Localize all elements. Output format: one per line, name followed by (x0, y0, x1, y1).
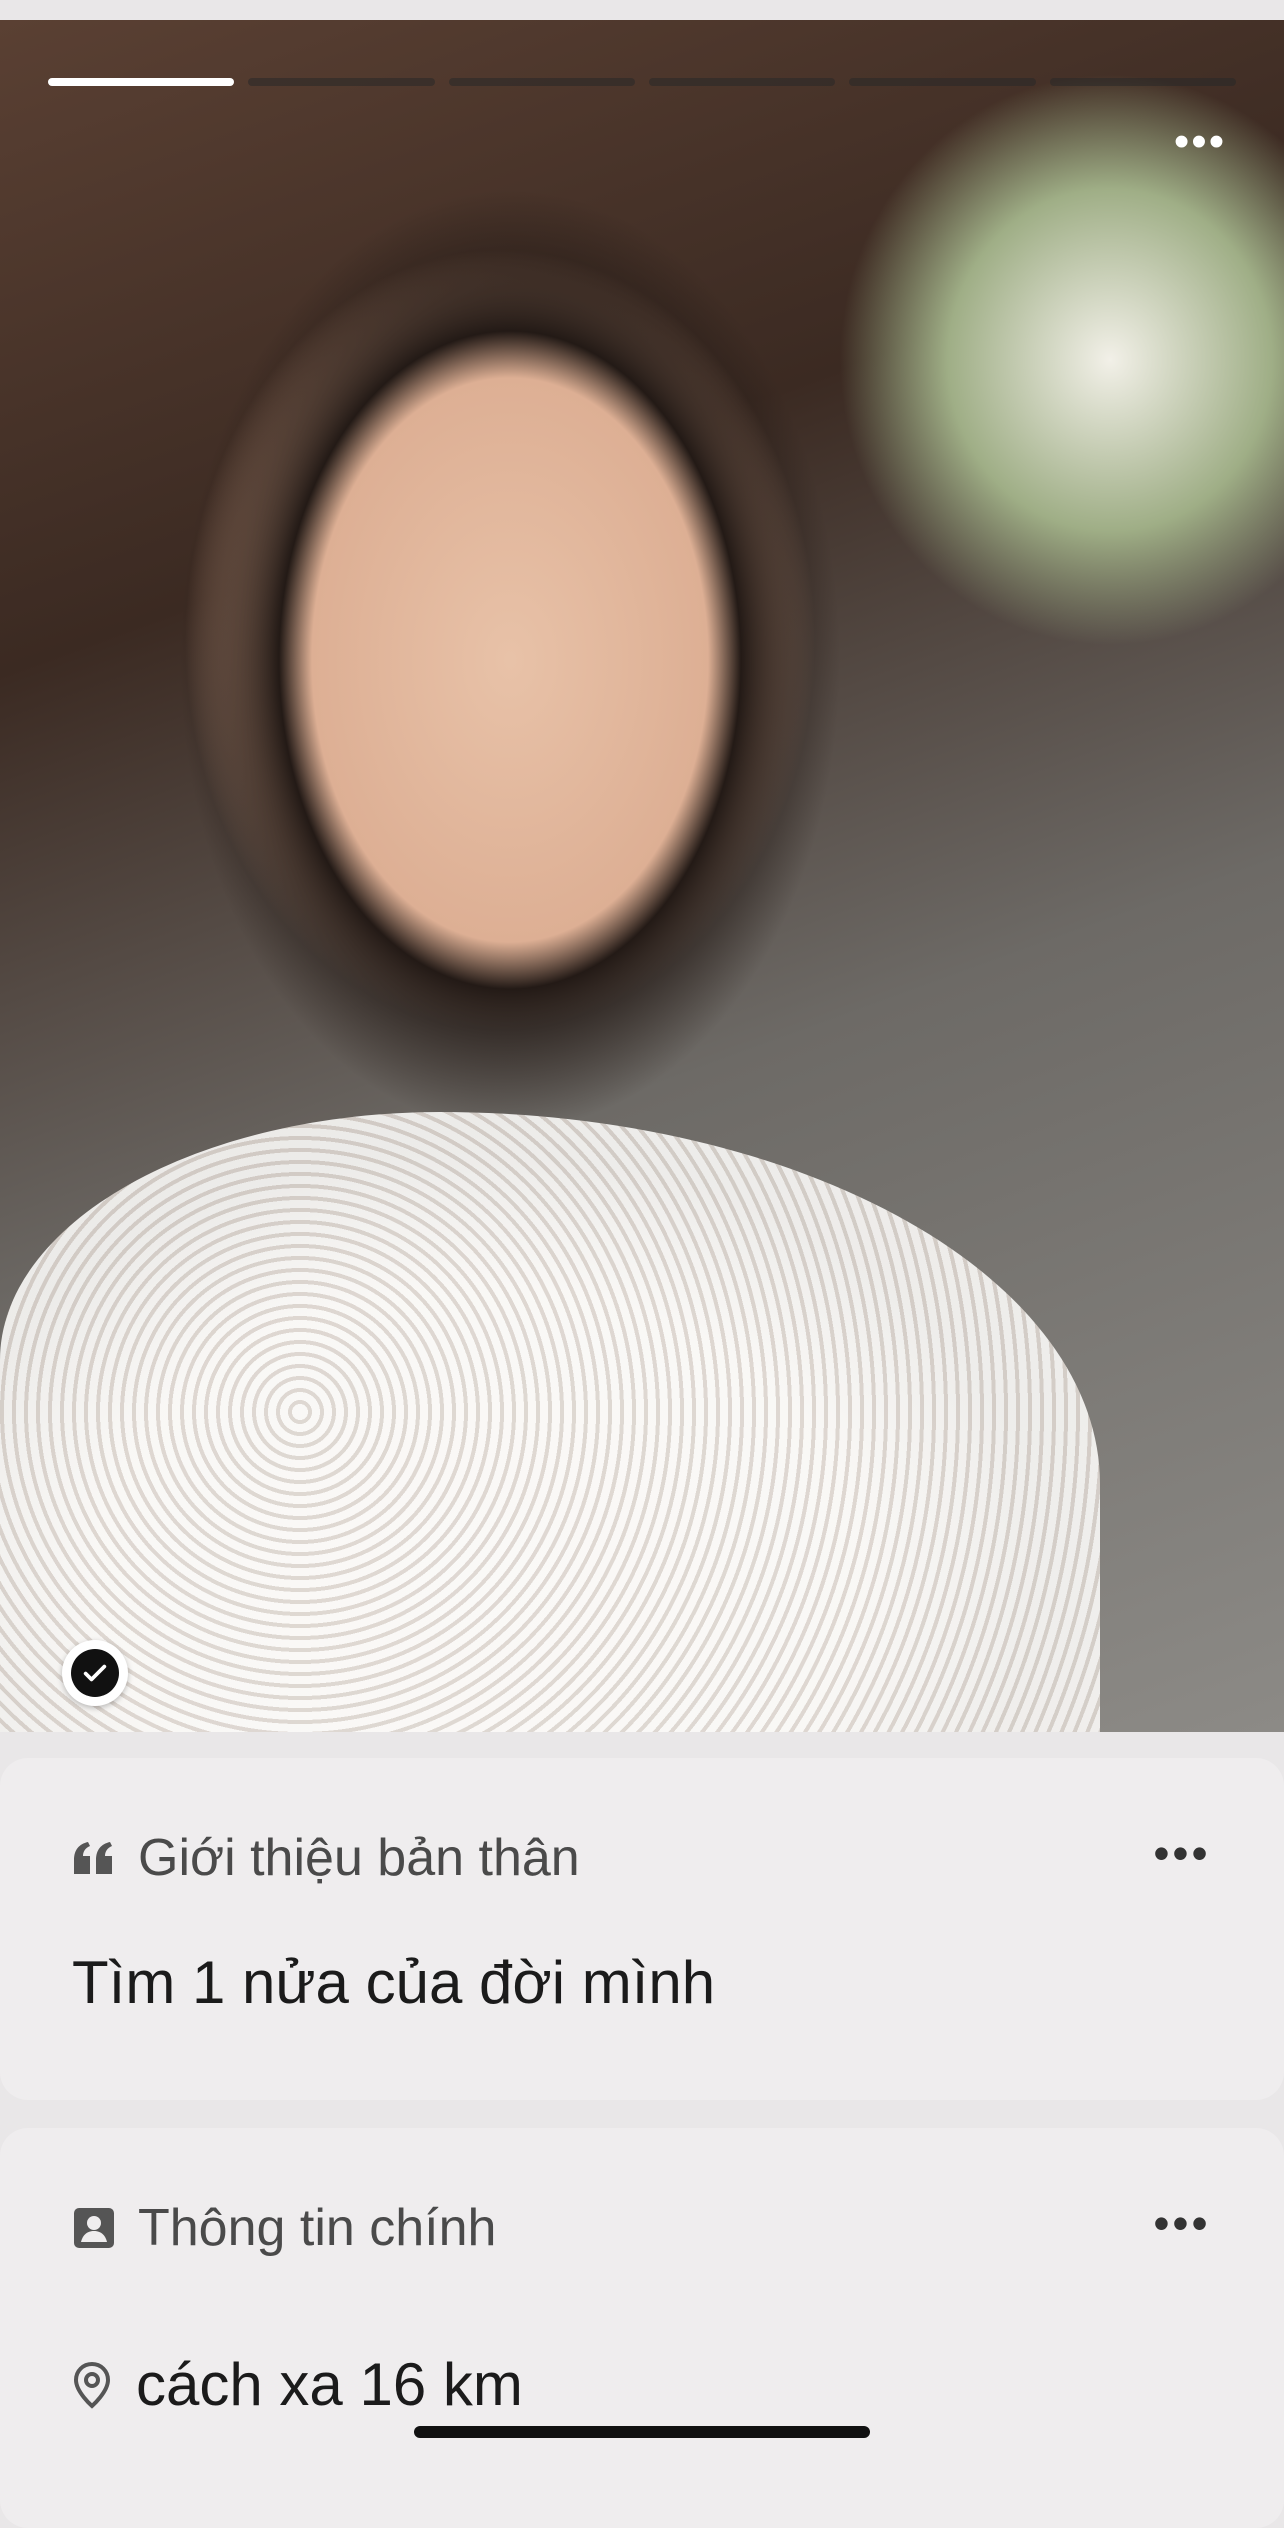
intro-more-button[interactable]: ••• (1142, 1830, 1222, 1878)
distance-row: cách xa 16 km (72, 2350, 523, 2419)
checkmark-badge-icon (71, 1649, 119, 1697)
info-card-header: Thông tin chính (72, 2198, 496, 2258)
intro-card: Giới thiệu bản thân ••• Tìm 1 nửa của đờ… (0, 1758, 1284, 2100)
info-card: Thông tin chính ••• cách xa 16 km (0, 2128, 1284, 2528)
info-more-button[interactable]: ••• (1142, 2200, 1222, 2248)
progress-segment (448, 78, 635, 86)
intro-card-title: Giới thiệu bản thân (138, 1829, 580, 1887)
ellipsis-icon: ••• (1173, 117, 1227, 166)
photo-lace-top (0, 1112, 1100, 1732)
photo-more-button[interactable]: ••• (1160, 120, 1240, 164)
home-indicator[interactable] (414, 2426, 870, 2438)
intro-text: Tìm 1 nửa của đời mình (72, 1949, 716, 2016)
ellipsis-icon: ••• (1153, 2197, 1211, 2249)
progress-segment (248, 78, 435, 86)
info-card-title: Thông tin chính (138, 2199, 497, 2257)
intro-card-header: Giới thiệu bản thân (72, 1828, 580, 1888)
distance-text: cách xa 16 km (136, 2351, 523, 2418)
contact-card-icon (72, 2206, 116, 2250)
progress-segment (1049, 78, 1236, 86)
progress-segment (48, 78, 235, 86)
ellipsis-icon: ••• (1153, 1827, 1211, 1879)
progress-segment (849, 78, 1036, 86)
verified-badge (62, 1640, 128, 1706)
progress-segment (648, 78, 836, 86)
location-pin-icon (72, 2361, 112, 2409)
photo-progress-bar (48, 78, 1236, 86)
quote-icon (72, 1840, 116, 1876)
profile-photo[interactable]: ••• (0, 20, 1284, 1732)
photo-subject (40, 60, 940, 1240)
